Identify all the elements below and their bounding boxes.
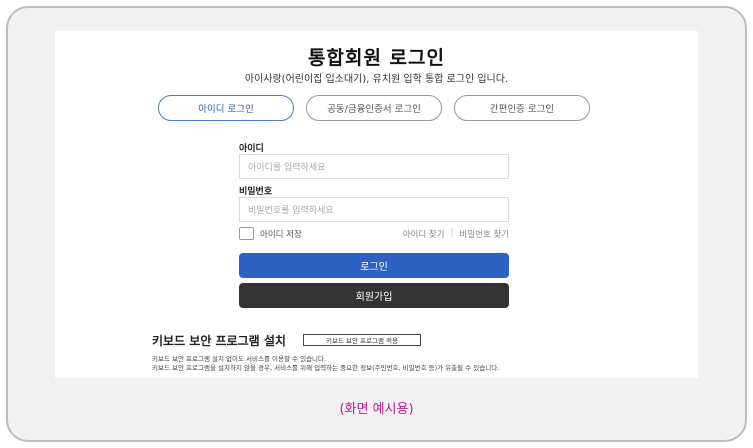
id-label: 아이디: [239, 144, 264, 154]
password-label: 비밀번호: [239, 187, 273, 197]
login-button[interactable]: 로그인: [239, 253, 509, 278]
page-title: 통합회원 로그인: [308, 47, 445, 69]
link-separator: |: [450, 228, 454, 238]
keyboard-security-title: 키보드 보안 프로그램 설치: [152, 334, 286, 348]
find-links: 아이디 찾기 | 비밀번호 찾기: [403, 228, 509, 240]
example-caption: (화면 예시용): [339, 402, 414, 417]
id-input[interactable]: 아이디를 입력하세요: [239, 154, 509, 179]
save-id-checkbox[interactable]: [239, 227, 254, 240]
login-panel: 통합회원 로그인 아이사랑(어린이집 입소대기), 유치원 입학 통합 로그인 …: [55, 31, 698, 378]
find-password-link[interactable]: 비밀번호 찾기: [459, 228, 509, 240]
find-id-link[interactable]: 아이디 찾기: [403, 228, 445, 240]
login-tabs: 아이디 로그인 공동/금융인증서 로그인 간편인증 로그인: [158, 95, 590, 121]
tab-id-login[interactable]: 아이디 로그인: [158, 95, 294, 121]
save-id-label: 아이디 저장: [260, 230, 302, 240]
page-subtitle: 아이사랑(어린이집 입소대기), 유치원 입학 통합 로그인 입니다.: [244, 74, 509, 85]
password-input[interactable]: 비밀번호를 입력하세요: [239, 197, 509, 222]
tab-simple-auth-login[interactable]: 간편인증 로그인: [454, 95, 590, 121]
keyboard-security-apply-button[interactable]: 키보드 보안 프로그램 적용: [303, 334, 421, 346]
save-id-row: 아이디 저장 아이디 찾기 | 비밀번호 찾기: [239, 227, 509, 241]
tab-certificate-login[interactable]: 공동/금융인증서 로그인: [306, 95, 442, 121]
signup-button[interactable]: 회원가입: [239, 283, 509, 308]
keyboard-security-desc-2: 키보드 보안 프로그램을 설치하지 않을 경우, 서비스를 위해 입력하는 중요…: [152, 364, 500, 372]
